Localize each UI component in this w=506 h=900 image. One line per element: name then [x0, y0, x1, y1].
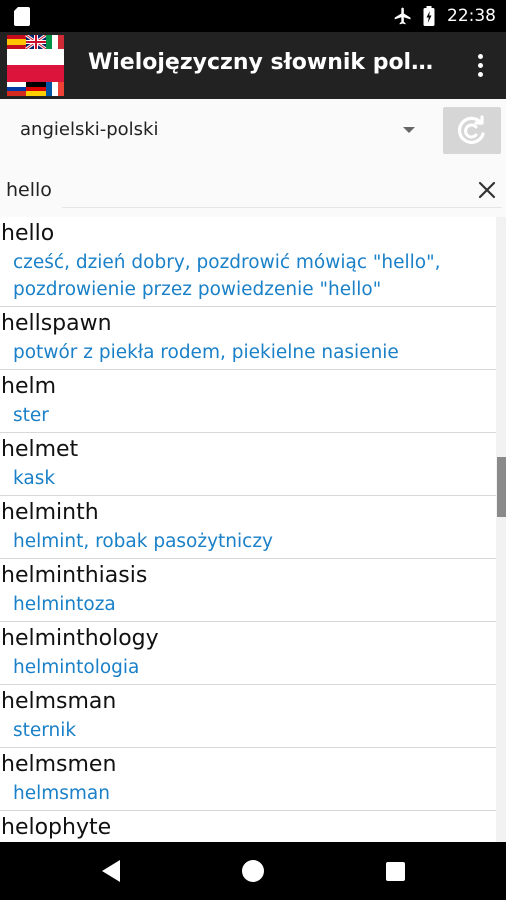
sim-card-icon: [14, 7, 30, 26]
status-icons: 22:38: [393, 0, 496, 32]
app-toolbar: Wielojęzyczny słownik polski…: [0, 32, 506, 99]
result-translation: potwór z piekła rodem, piekielne nasieni…: [13, 342, 399, 363]
result-word: hello: [1, 221, 55, 246]
search-input[interactable]: [6, 172, 462, 208]
list-item[interactable]: helminthiasis helmintoza: [0, 559, 496, 622]
scrollbar-track[interactable]: [496, 217, 506, 842]
navigation-bar: [0, 842, 506, 900]
list-item[interactable]: helmsman sternik: [0, 685, 496, 748]
list-item[interactable]: helm ster: [0, 370, 496, 433]
list-item[interactable]: helmsmen helmsman: [0, 748, 496, 811]
result-translation: helmintoza: [13, 594, 116, 615]
battery-icon: [423, 6, 435, 26]
result-word: helmet: [1, 437, 79, 462]
result-translation: sternik: [13, 720, 77, 741]
app-title: Wielojęzyczny słownik polski…: [88, 50, 438, 75]
result-translation: kask: [13, 468, 56, 489]
close-icon[interactable]: [472, 175, 502, 205]
screen: 22:38 Wielojęzyczny słownik polski… angi…: [0, 0, 506, 900]
overflow-dot: [477, 62, 483, 68]
list-item[interactable]: hellspawn potwór z piekła rodem, piekiel…: [0, 307, 496, 370]
search-row: [0, 163, 506, 217]
result-word: helm: [1, 374, 57, 399]
language-selected: angielski-polski: [20, 119, 159, 140]
result-word: hellspawn: [1, 311, 112, 336]
result-translation: ster: [13, 405, 49, 426]
swap-languages-button[interactable]: [443, 107, 501, 154]
result-word: helmsman: [1, 689, 117, 714]
search-underline: [62, 207, 502, 208]
list-item[interactable]: helophyte: [0, 811, 496, 842]
overflow-dot: [477, 53, 483, 59]
airplane-mode-icon: [394, 7, 411, 25]
result-translation: helmint, robak pasożytniczy: [13, 531, 273, 552]
status-bar: 22:38: [0, 0, 506, 32]
result-translation: helmintologia: [13, 657, 140, 678]
scrollbar-thumb[interactable]: [497, 457, 506, 517]
list-item[interactable]: helmet kask: [0, 433, 496, 496]
language-select[interactable]: angielski-polski: [0, 99, 432, 163]
result-word: helophyte: [1, 815, 112, 840]
result-word: helmsmen: [1, 752, 117, 777]
status-time: 22:38: [447, 6, 496, 26]
back-icon[interactable]: [100, 859, 122, 883]
swap-languages-icon: [457, 114, 485, 144]
chevron-down-icon: [403, 127, 415, 133]
overflow-dot: [477, 71, 483, 77]
recents-icon[interactable]: [386, 862, 405, 881]
result-word: helminthology: [1, 626, 159, 651]
result-translation: helmsman: [13, 783, 110, 804]
list-item[interactable]: helminthology helmintologia: [0, 622, 496, 685]
results-list: hello cześć, dzień dobry, pozdrowić mówi…: [0, 217, 496, 842]
result-word: helminthiasis: [1, 563, 148, 588]
list-item[interactable]: helminth helmint, robak pasożytniczy: [0, 496, 496, 559]
overflow-menu-icon[interactable]: [466, 46, 494, 84]
result-translation: cześć, dzień dobry, pozdrowić mówiąc "he…: [13, 252, 441, 300]
home-icon[interactable]: [242, 860, 264, 882]
language-row: angielski-polski: [0, 99, 506, 163]
flags-logo-icon: [7, 35, 64, 96]
result-word: helminth: [1, 500, 99, 525]
list-item[interactable]: hello cześć, dzień dobry, pozdrowić mówi…: [0, 217, 496, 307]
